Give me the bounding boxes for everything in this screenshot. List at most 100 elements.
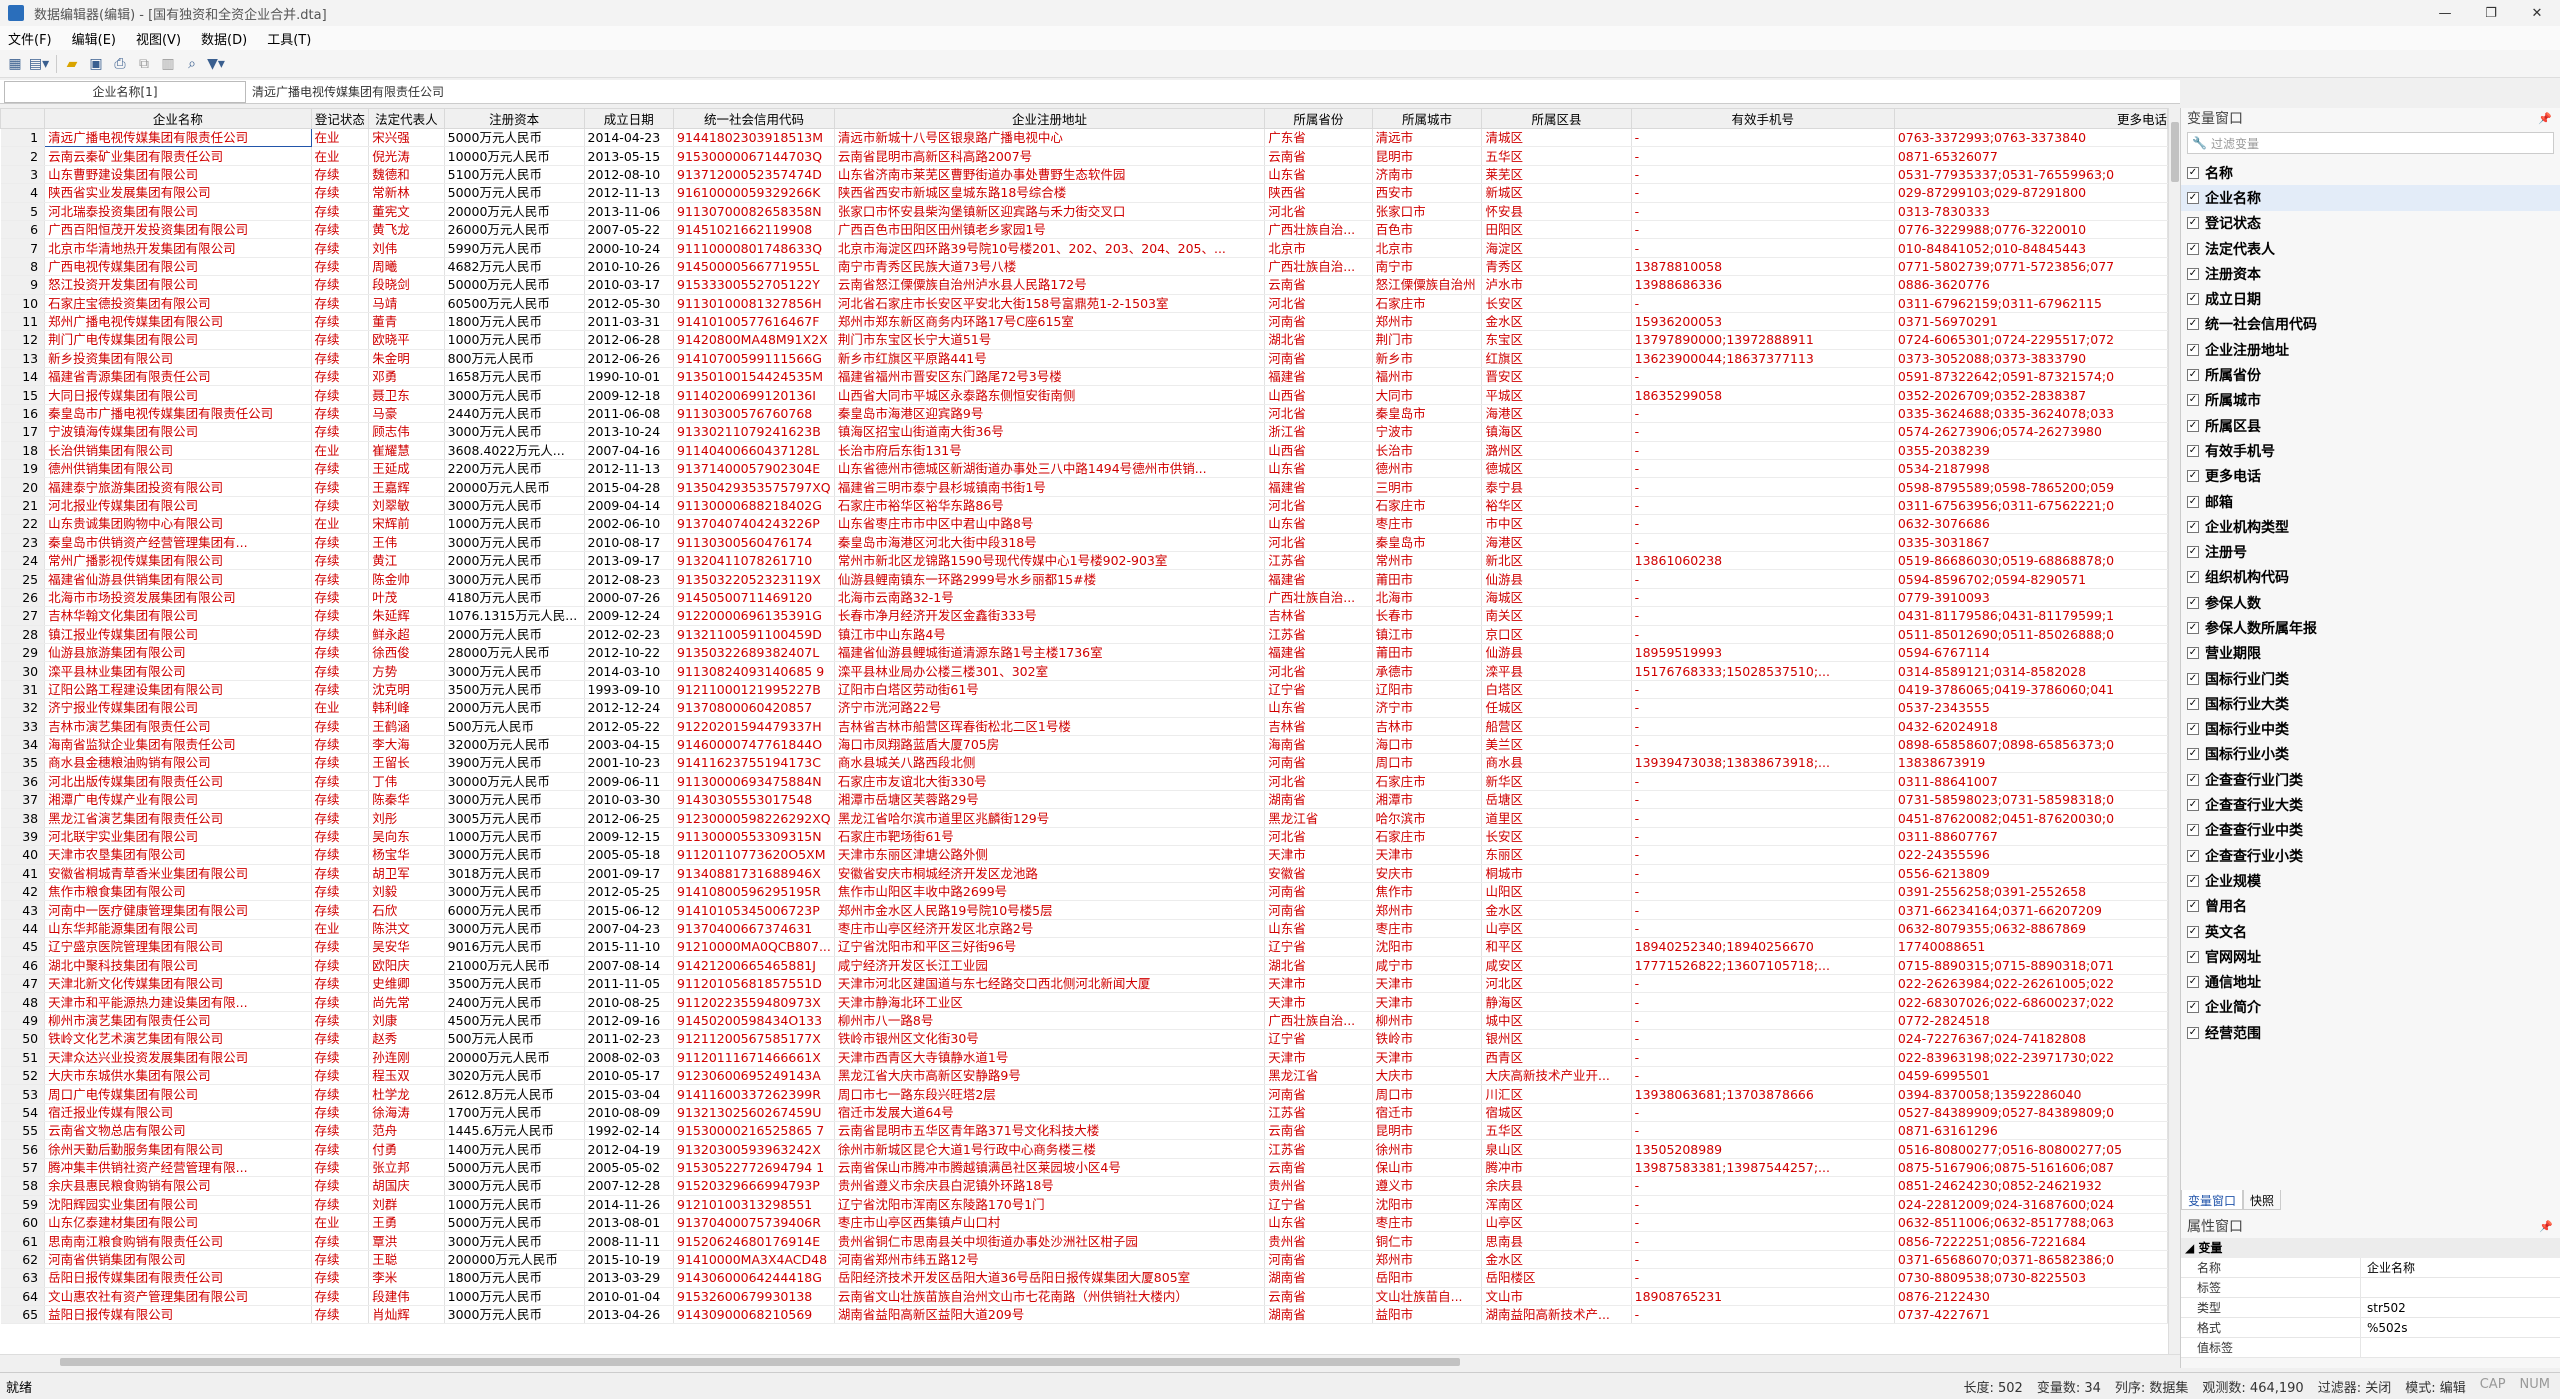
- table-cell[interactable]: 京口区: [1481, 625, 1632, 644]
- table-cell[interactable]: 辽宁省: [1264, 937, 1373, 957]
- table-cell[interactable]: 3000万元人民币: [444, 385, 585, 405]
- table-cell[interactable]: 60500万元人民币: [444, 294, 585, 313]
- table-cell[interactable]: 江苏省: [1264, 1103, 1373, 1123]
- table-cell[interactable]: 保山市: [1372, 1158, 1483, 1178]
- table-row[interactable]: 20 福建泰宁旅游集团投资有限公司 存续 王嘉辉 20000万元人民币 2015-04-2…: [0, 477, 2168, 497]
- row-number[interactable]: 60: [0, 1213, 46, 1233]
- table-cell[interactable]: 河北省: [1264, 533, 1373, 552]
- table-cell[interactable]: 山亭区: [1481, 919, 1632, 939]
- table-cell[interactable]: 承德市: [1372, 661, 1483, 681]
- table-cell[interactable]: 德州供销集团有限公司: [44, 459, 312, 479]
- table-cell[interactable]: 2010-03-30: [584, 790, 675, 810]
- table-cell[interactable]: 山西省: [1264, 441, 1373, 461]
- checkbox-icon[interactable]: ✓: [2187, 369, 2199, 382]
- row-number[interactable]: 4: [0, 183, 46, 203]
- table-cell[interactable]: 91371200052357474D: [673, 165, 835, 185]
- table-cell[interactable]: 辽宁省沈阳市浑南区东陵路170号1门: [834, 1195, 1266, 1215]
- table-cell[interactable]: 广西壮族自治...: [1264, 1011, 1373, 1031]
- table-cell[interactable]: 存续: [311, 753, 370, 773]
- table-cell[interactable]: 2012-12-24: [584, 698, 675, 718]
- table-cell[interactable]: 1993-09-10: [584, 680, 675, 700]
- table-cell[interactable]: 荆门广电传媒集团有限公司: [44, 330, 312, 350]
- table-cell[interactable]: -: [1631, 496, 1895, 516]
- row-number[interactable]: 5: [0, 202, 46, 221]
- table-cell[interactable]: 天津市农垦集团有限公司: [44, 845, 312, 865]
- table-cell[interactable]: 天津市河北区建国道与东七经路交口西北侧河北新闻大厦: [834, 974, 1266, 994]
- table-cell[interactable]: 益阳日报传媒有限公司: [44, 1305, 312, 1325]
- table-cell[interactable]: 30000万元人民币: [444, 772, 585, 792]
- table-cell[interactable]: 韩利峰: [368, 698, 445, 718]
- row-number[interactable]: 20: [0, 477, 46, 497]
- table-cell[interactable]: 山东华邦能源集团有限公司: [44, 919, 312, 939]
- table-cell[interactable]: 王聪: [368, 1250, 445, 1270]
- table-cell[interactable]: 宁波市: [1372, 422, 1483, 442]
- table-cell[interactable]: 郑州市: [1372, 312, 1483, 332]
- scroll-thumb[interactable]: [2171, 122, 2179, 182]
- table-cell[interactable]: 1658万元人民币: [444, 367, 585, 387]
- row-number[interactable]: 17: [0, 422, 46, 442]
- table-cell[interactable]: 天津市和平能源热力建设集团有限...: [44, 992, 312, 1012]
- table-row[interactable]: 36 河北出版传媒集团有限责任公司 存续 丁伟 30000万元人民币 2009-06-11…: [0, 772, 2168, 792]
- table-cell[interactable]: 1000万元人民币: [444, 1287, 585, 1307]
- table-row[interactable]: 30 滦平县林业集团有限公司 存续 方势 3000万元人民币 2014-03-10 9113…: [0, 661, 2168, 681]
- table-cell[interactable]: 黑龙江省: [1264, 1066, 1373, 1086]
- table-cell[interactable]: 滦平县: [1481, 661, 1632, 681]
- table-cell[interactable]: 徐州市: [1372, 1139, 1483, 1159]
- table-cell[interactable]: 郑州广播电视传媒集团有限公司: [44, 312, 312, 332]
- table-cell[interactable]: 3500万元人民币: [444, 974, 585, 994]
- table-cell[interactable]: 河南省: [1264, 349, 1373, 369]
- table-cell[interactable]: 0731-58598023;0731-58598318;0: [1894, 790, 2168, 810]
- table-cell[interactable]: 杨宝华: [368, 845, 445, 865]
- table-cell[interactable]: 2011-06-08: [584, 404, 675, 424]
- table-cell[interactable]: 海港区: [1481, 404, 1632, 424]
- table-cell[interactable]: 枣庄市: [1372, 1213, 1483, 1233]
- table-cell[interactable]: 0516-80800277;0516-80800277;05: [1894, 1139, 2168, 1159]
- variable-item[interactable]: ✓ 注册号: [2181, 539, 2560, 564]
- table-cell[interactable]: 怒江投资开发集团有限公司: [44, 275, 312, 295]
- row-number[interactable]: 59: [0, 1195, 46, 1215]
- row-number[interactable]: 57: [0, 1158, 46, 1178]
- table-cell[interactable]: 存续: [311, 569, 370, 589]
- table-cell[interactable]: 91340881731688946X: [673, 864, 835, 884]
- row-number[interactable]: 32: [0, 698, 46, 718]
- table-cell[interactable]: 和平区: [1481, 937, 1632, 957]
- row-number[interactable]: 1: [0, 128, 46, 148]
- table-cell[interactable]: 存续: [311, 238, 370, 258]
- table-cell[interactable]: 3000万元人民币: [444, 790, 585, 810]
- table-cell[interactable]: 2009-12-24: [584, 606, 675, 626]
- checkbox-icon[interactable]: ✓: [2187, 773, 2199, 786]
- table-row[interactable]: 38 黑龙江省演艺集团有限责任公司 存续 刘彤 3005万元人民币 2012-06-25 9…: [0, 808, 2168, 828]
- table-cell[interactable]: 存续: [311, 1305, 370, 1325]
- table-cell[interactable]: 贵州省: [1264, 1176, 1373, 1196]
- table-cell[interactable]: 赵秀: [368, 1029, 445, 1049]
- table-cell[interactable]: 91130300576760768: [673, 404, 835, 424]
- table-cell[interactable]: 辽宁省沈阳市和平区三好街96号: [834, 937, 1266, 957]
- table-cell[interactable]: 莆田市: [1372, 643, 1483, 663]
- checkbox-icon[interactable]: ✓: [2187, 1026, 2199, 1039]
- table-cell[interactable]: 山东省: [1264, 165, 1373, 185]
- table-cell[interactable]: 2010-03-17: [584, 275, 675, 295]
- table-cell[interactable]: 2013-11-06: [584, 202, 675, 221]
- table-cell[interactable]: 91451021662119908: [673, 220, 835, 240]
- table-cell[interactable]: 徐州市新城区昆仑大道1号行政中心商务楼三楼: [834, 1139, 1266, 1159]
- table-cell[interactable]: 在业: [311, 698, 370, 718]
- table-cell[interactable]: 5990万元人民币: [444, 238, 585, 258]
- table-cell[interactable]: 91450500711469120: [673, 588, 835, 608]
- row-number[interactable]: 36: [0, 772, 46, 792]
- table-cell[interactable]: 1800万元人民币: [444, 1268, 585, 1288]
- table-cell[interactable]: 2000万元人民币: [444, 551, 585, 571]
- table-cell[interactable]: 存续: [311, 422, 370, 442]
- table-cell[interactable]: 21000万元人民币: [444, 956, 585, 975]
- col-header[interactable]: 所属城市: [1371, 108, 1483, 129]
- table-cell[interactable]: 长治供销集团有限公司: [44, 441, 312, 461]
- table-cell[interactable]: 镇江报业传媒集团有限公司: [44, 625, 312, 644]
- table-cell[interactable]: 李大海: [368, 735, 445, 755]
- table-cell[interactable]: 陈秦华: [368, 790, 445, 810]
- table-cell[interactable]: 哈尔滨市: [1372, 808, 1483, 828]
- checkbox-icon[interactable]: ✓: [2187, 546, 2199, 559]
- table-cell[interactable]: 2008-11-11: [584, 1231, 675, 1251]
- checkbox-icon[interactable]: ✓: [2187, 217, 2199, 230]
- table-cell[interactable]: 崔耀慧: [368, 441, 445, 461]
- table-cell[interactable]: 岳阳经济技术开发区岳阳大道36号岳阳日报传媒集团大厦805室: [834, 1268, 1266, 1288]
- table-cell[interactable]: 海口市凤翔路蓝盾大厦705房: [834, 735, 1266, 755]
